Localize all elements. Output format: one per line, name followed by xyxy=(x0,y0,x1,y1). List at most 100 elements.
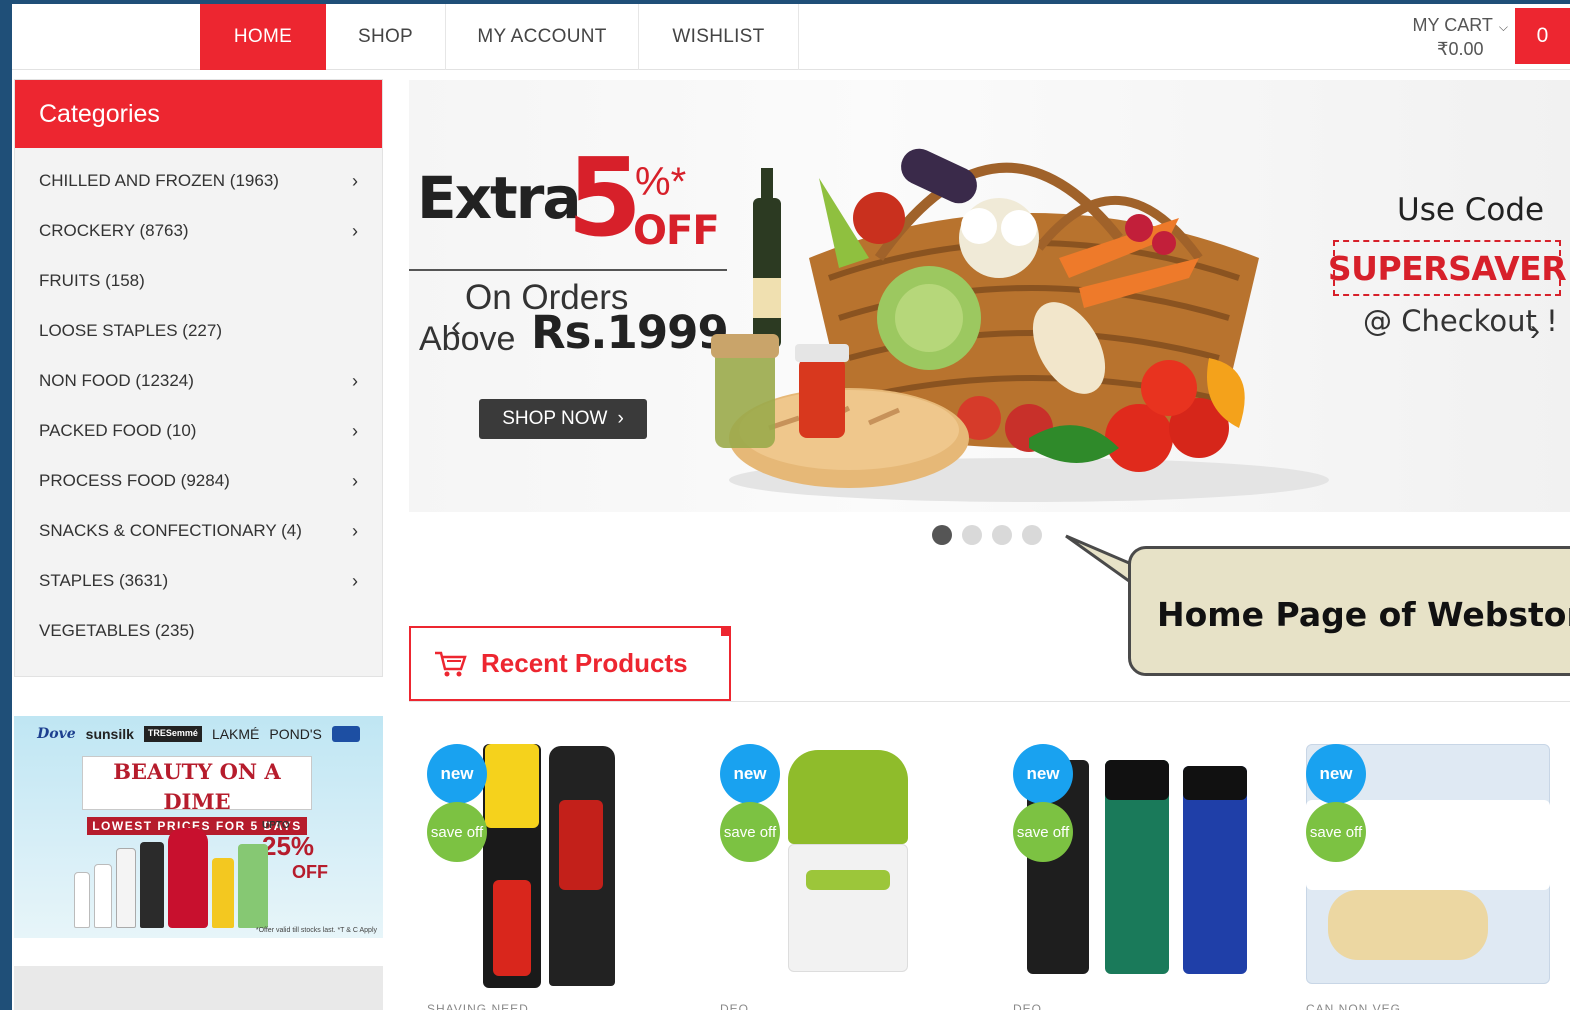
product-category: DEO xyxy=(1013,1002,1043,1010)
shop-now-button[interactable]: SHOP NOW › xyxy=(479,399,647,439)
product-card[interactable]: new save off SHAVING NEED xyxy=(409,740,669,1010)
banner-checkout: @ Checkout ! xyxy=(1363,304,1558,338)
sidebar-banner-placeholder xyxy=(14,966,383,1010)
category-label: CROCKERY (8763) xyxy=(39,221,189,240)
promo-title: BEAUTY ON A DIME xyxy=(113,759,281,814)
category-label: NON FOOD (12324) xyxy=(39,371,194,390)
banner-above: Above xyxy=(419,320,516,358)
nav-my-account[interactable]: MY ACCOUNT xyxy=(446,4,639,70)
category-item[interactable]: FRUITS (158) xyxy=(15,256,382,306)
my-cart[interactable]: MY CART ⌵ ₹0.00 xyxy=(1413,14,1508,60)
carousel-next-arrow[interactable]: › xyxy=(1530,314,1540,348)
cart-amount: ₹0.00 xyxy=(1437,39,1484,59)
new-badge: new xyxy=(720,744,780,804)
carousel-dot[interactable] xyxy=(992,525,1012,545)
product-category: SHAVING NEED xyxy=(427,1002,529,1010)
product-bottle-image xyxy=(140,842,164,928)
save-off-badge: save off xyxy=(427,802,487,862)
product-image xyxy=(1328,890,1488,960)
banner-extra-text: Extra xyxy=(417,164,581,232)
category-label: VEGETABLES (235) xyxy=(39,621,195,640)
product-bottle-image xyxy=(238,844,268,928)
product-image xyxy=(788,844,908,972)
cart-icon xyxy=(435,651,467,676)
cart-label: MY CART xyxy=(1412,15,1493,35)
product-image xyxy=(485,744,539,828)
category-label: PACKED FOOD (10) xyxy=(39,421,197,440)
carousel-dot[interactable] xyxy=(962,525,982,545)
category-item[interactable]: PACKED FOOD (10) › xyxy=(15,406,382,456)
top-navigation: HOME SHOP MY ACCOUNT WISHLIST MY CART ⌵ ₹… xyxy=(12,4,1570,70)
carousel-prev-arrow[interactable]: ‹ xyxy=(451,310,461,344)
chevron-right-icon: › xyxy=(352,570,358,591)
product-image xyxy=(493,880,531,976)
category-item[interactable]: CHILLED AND FROZEN (1963) › xyxy=(15,156,382,206)
category-label: PROCESS FOOD (9284) xyxy=(39,471,230,490)
new-badge: new xyxy=(1013,744,1073,804)
category-item[interactable]: LOOSE STAPLES (227) xyxy=(15,306,382,356)
banner-discount-number: 5 xyxy=(567,136,643,261)
category-item[interactable]: PROCESS FOOD (9284) › xyxy=(15,456,382,506)
chevron-right-icon: › xyxy=(617,408,624,429)
category-item[interactable]: VEGETABLES (235) xyxy=(15,606,382,656)
carousel-dot[interactable] xyxy=(932,525,952,545)
save-off-badge: save off xyxy=(1013,802,1073,862)
category-item[interactable]: CROCKERY (8763) › xyxy=(15,206,382,256)
nav-shop[interactable]: SHOP xyxy=(326,4,446,70)
grocery-basket-illustration xyxy=(711,148,1329,502)
nav-home[interactable]: HOME xyxy=(200,4,326,70)
category-label: SNACKS & CONFECTIONARY (4) xyxy=(39,521,302,540)
carousel-dot[interactable] xyxy=(1022,525,1042,545)
banner-use-code: Use Code xyxy=(1397,192,1545,228)
promo-discount: UPTO 25% OFF xyxy=(262,820,328,883)
category-item[interactable]: NON FOOD (12324) › xyxy=(15,356,382,406)
promo-off-label: OFF xyxy=(292,862,328,882)
brand-dove-logo: Dove xyxy=(37,726,76,742)
product-card[interactable]: new save off CAN NON VEG xyxy=(1288,740,1550,1010)
chevron-right-icon: › xyxy=(352,370,358,391)
webstore-page: HOME SHOP MY ACCOUNT WISHLIST MY CART ⌵ ₹… xyxy=(12,4,1570,1010)
product-card[interactable]: new save off DEO xyxy=(995,740,1255,1010)
vaseline-logo xyxy=(331,726,360,742)
category-label: LOOSE STAPLES (227) xyxy=(39,321,222,340)
product-image xyxy=(559,800,603,890)
shop-now-label: SHOP NOW xyxy=(502,408,608,429)
product-bottle-image xyxy=(168,828,208,928)
product-category: DEO xyxy=(720,1002,750,1010)
hero-banner[interactable]: Extra 5 %* OFF On Orders Above Rs.1999 S… xyxy=(409,80,1570,512)
brand-lakme-logo: LAKMÉ xyxy=(211,726,260,742)
chevron-right-icon: › xyxy=(352,170,358,191)
carousel-pagination xyxy=(932,525,1042,545)
category-item[interactable]: SNACKS & CONFECTIONARY (4) › xyxy=(15,506,382,556)
product-image xyxy=(1105,760,1169,800)
save-off-badge: save off xyxy=(1306,802,1366,862)
nav-wishlist[interactable]: WISHLIST xyxy=(639,4,799,70)
category-item[interactable]: STAPLES (3631) › xyxy=(15,556,382,606)
categories-title: Categories xyxy=(15,80,382,148)
product-image xyxy=(1183,766,1247,800)
category-list: CHILLED AND FROZEN (1963) › CROCKERY (876… xyxy=(15,148,382,656)
product-bottle-image xyxy=(116,848,136,928)
tab-corner xyxy=(721,626,731,636)
category-label: STAPLES (3631) xyxy=(39,571,169,590)
brand-logos: Dove sunsilk TRESemmé LAKMÉ POND'S xyxy=(14,726,383,742)
banner-percent: %* xyxy=(635,160,687,204)
new-badge: new xyxy=(427,744,487,804)
promo-discount-value: 25% xyxy=(262,831,315,861)
recent-products-header: Recent Products xyxy=(409,626,731,701)
new-badge: new xyxy=(1306,744,1366,804)
product-card[interactable]: new save off DEO xyxy=(702,740,962,1010)
product-bottle-image xyxy=(212,858,234,928)
chevron-right-icon: › xyxy=(352,420,358,441)
chevron-right-icon: › xyxy=(352,520,358,541)
chevron-down-icon: ⌵ xyxy=(1498,20,1508,34)
recent-products-title: Recent Products xyxy=(481,648,688,678)
chevron-right-icon: › xyxy=(352,470,358,491)
brand-ponds-logo: POND'S xyxy=(269,726,322,742)
promo-upto: UPTO xyxy=(262,820,290,831)
callout-text: Home Page of Webstore xyxy=(1157,595,1570,634)
cart-count-badge[interactable]: 0 xyxy=(1515,8,1570,64)
category-label: FRUITS (158) xyxy=(39,271,145,290)
beauty-promo-banner[interactable]: Dove sunsilk TRESemmé LAKMÉ POND'S BEAUT… xyxy=(14,716,383,938)
promo-terms: *Offer valid till stocks last. *T & C Ap… xyxy=(255,927,377,934)
